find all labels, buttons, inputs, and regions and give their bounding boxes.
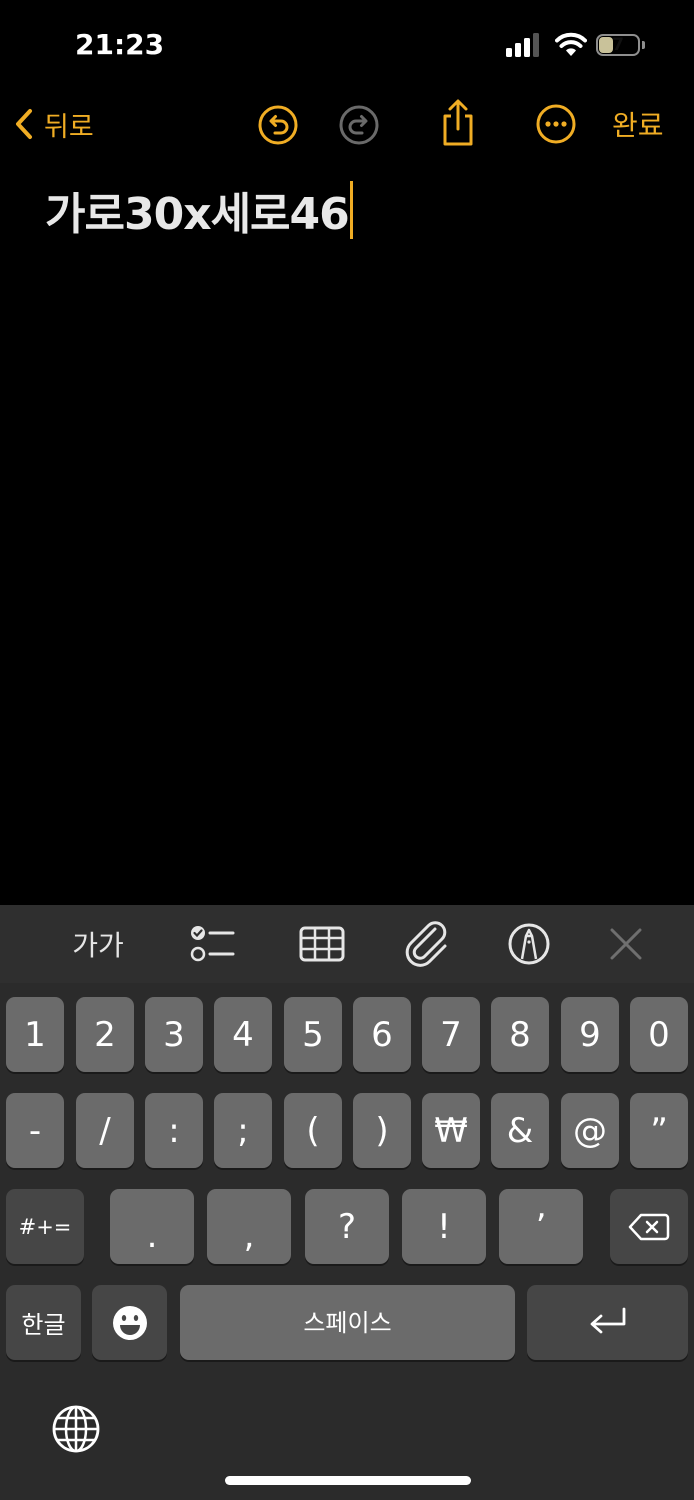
key-9[interactable]: 9 bbox=[561, 997, 619, 1072]
emoji-icon bbox=[112, 1305, 147, 1340]
key-8[interactable]: 8 bbox=[491, 997, 549, 1072]
note-body[interactable]: 가로30x세로46 bbox=[45, 178, 353, 242]
close-keyboard-icon[interactable] bbox=[604, 920, 648, 968]
key-5[interactable]: 5 bbox=[284, 997, 342, 1072]
chevron-left-icon bbox=[16, 109, 32, 139]
markup-pen-icon[interactable] bbox=[505, 920, 553, 968]
attachment-icon[interactable] bbox=[404, 920, 452, 968]
key-at[interactable]: @ bbox=[561, 1093, 619, 1168]
key-apostrophe[interactable]: ’ bbox=[499, 1189, 583, 1264]
key-0[interactable]: 0 bbox=[630, 997, 688, 1072]
key-open-paren[interactable]: ( bbox=[284, 1093, 342, 1168]
return-icon bbox=[590, 1307, 625, 1333]
status-time: 21:23 bbox=[75, 28, 165, 61]
key-ampersand[interactable]: & bbox=[491, 1093, 549, 1168]
note-text: 가로30x세로46 bbox=[45, 189, 350, 240]
key-1[interactable]: 1 bbox=[6, 997, 64, 1072]
back-label: 뒤로 bbox=[44, 111, 94, 143]
wifi-icon bbox=[555, 32, 587, 56]
battery-level: 7 bbox=[612, 35, 624, 55]
key-6[interactable]: 6 bbox=[353, 997, 411, 1072]
cellular-signal-icon bbox=[506, 33, 539, 57]
key-2[interactable]: 2 bbox=[76, 997, 134, 1072]
table-icon[interactable] bbox=[298, 920, 346, 968]
battery-icon: 7 bbox=[596, 34, 648, 58]
key-colon[interactable]: : bbox=[145, 1093, 203, 1168]
backspace-icon bbox=[628, 1213, 670, 1240]
redo-icon[interactable] bbox=[336, 102, 382, 148]
more-icon[interactable] bbox=[533, 101, 579, 147]
space-key[interactable]: 스페이스 bbox=[180, 1285, 515, 1360]
key-7[interactable]: 7 bbox=[422, 997, 480, 1072]
key-exclamation[interactable]: ! bbox=[402, 1189, 486, 1264]
backspace-key[interactable] bbox=[610, 1189, 688, 1264]
back-button[interactable]: 뒤로 bbox=[14, 104, 94, 144]
home-indicator bbox=[225, 1476, 471, 1485]
hangul-key[interactable]: 한글 bbox=[6, 1285, 81, 1360]
share-icon[interactable] bbox=[435, 98, 481, 148]
text-cursor bbox=[349, 181, 353, 239]
key-semicolon[interactable]: ; bbox=[214, 1093, 272, 1168]
key-comma[interactable]: , bbox=[207, 1189, 291, 1264]
key-4[interactable]: 4 bbox=[214, 997, 272, 1072]
key-slash[interactable]: / bbox=[76, 1093, 134, 1168]
done-button[interactable]: 완료 bbox=[612, 104, 664, 144]
key-won[interactable]: ₩ bbox=[422, 1093, 480, 1168]
key-3[interactable]: 3 bbox=[145, 997, 203, 1072]
globe-icon[interactable] bbox=[51, 1404, 101, 1454]
return-key[interactable] bbox=[527, 1285, 688, 1360]
emoji-key[interactable] bbox=[92, 1285, 167, 1360]
checklist-icon[interactable] bbox=[188, 920, 236, 968]
key-close-paren[interactable]: ) bbox=[353, 1093, 411, 1168]
symbols-key[interactable]: #+= bbox=[6, 1189, 84, 1264]
key-period[interactable]: . bbox=[110, 1189, 194, 1264]
key-hyphen[interactable]: - bbox=[6, 1093, 64, 1168]
key-question[interactable]: ? bbox=[305, 1189, 389, 1264]
undo-icon[interactable] bbox=[255, 102, 301, 148]
key-quote[interactable]: ” bbox=[630, 1093, 688, 1168]
text-format-button[interactable]: 가가 bbox=[62, 920, 134, 968]
